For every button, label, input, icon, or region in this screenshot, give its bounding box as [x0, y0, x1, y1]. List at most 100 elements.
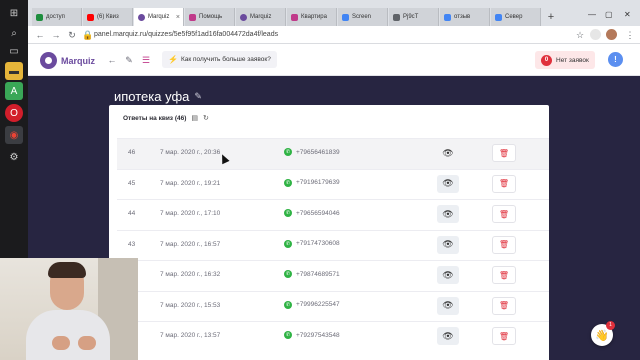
- close-tab-icon[interactable]: ×: [176, 14, 180, 21]
- star-icon[interactable]: ☆: [574, 29, 586, 41]
- whatsapp-icon[interactable]: ✆: [284, 148, 292, 156]
- presenter-hand: [52, 336, 70, 350]
- presenter-hand: [78, 336, 96, 350]
- table-row[interactable]: 40 7 мар. 2020 г., 13:57 ✆+79297543548 👁…: [117, 321, 549, 352]
- pencil-icon[interactable]: ✎: [123, 54, 135, 66]
- browser-tab[interactable]: Квартира: [287, 8, 337, 26]
- folder-icon[interactable]: ▬: [5, 62, 23, 80]
- whatsapp-icon[interactable]: ✆: [284, 270, 292, 278]
- url-field[interactable]: panel.marquiz.ru/quizzes/5e5f95f1ad16fa0…: [94, 29, 564, 41]
- get-more-leads-button[interactable]: ⚡ Как получить больше заявок?: [162, 51, 277, 68]
- view-lead-eye-icon[interactable]: 👁: [437, 144, 459, 162]
- view-lead-eye-icon[interactable]: 👁: [437, 205, 459, 223]
- address-bar: ← → ↻ 🔒 panel.marquiz.ru/quizzes/5e5f95f…: [28, 26, 640, 44]
- kebab-menu-icon[interactable]: ⋮: [624, 29, 636, 41]
- whatsapp-icon[interactable]: ✆: [284, 209, 292, 217]
- lightning-icon: ⚡: [168, 55, 178, 64]
- reload-icon[interactable]: ↻: [66, 29, 78, 41]
- tab-favicon-icon: [138, 13, 145, 21]
- edit-title-pencil-icon[interactable]: ✎: [194, 91, 202, 102]
- lead-date: 7 мар. 2020 г., 16:32: [160, 271, 221, 278]
- phone-text: +79196179639: [296, 179, 340, 186]
- view-lead-eye-icon[interactable]: 👁: [437, 327, 459, 345]
- tab-favicon-icon: [36, 13, 43, 21]
- opera-icon[interactable]: O: [5, 104, 23, 122]
- browser-tab[interactable]: отзыв: [440, 8, 490, 26]
- forward-arrow-icon[interactable]: →: [50, 29, 62, 41]
- delete-lead-trash-icon[interactable]: 🗑: [492, 144, 516, 162]
- lead-phone: ✆ +79196179639: [284, 178, 340, 187]
- table-row[interactable]: 46 7 мар. 2020 г., 20:36 ✆ +79656461839 👁…: [117, 138, 549, 169]
- card-title: Ответы на квиз (46): [123, 114, 187, 122]
- info-icon[interactable]: !: [608, 52, 623, 67]
- tab-favicon-icon: [393, 13, 400, 21]
- browser-tab[interactable]: Помощь: [185, 8, 235, 26]
- table-row[interactable]: 43 7 мар. 2020 г., 16:57 ✆ +79174730608 👁…: [117, 229, 549, 261]
- new-tab-button[interactable]: +: [544, 10, 558, 24]
- table-row[interactable]: 41 7 мар. 2020 г., 15:53 ✆+79996225547 👁…: [117, 290, 549, 322]
- tab-favicon-icon: [189, 13, 196, 21]
- chrome-icon[interactable]: ◉: [5, 126, 23, 144]
- screen: ⊞ ⌕ ▭ ▬ A O ◉ ⚙ доступ (6) Квиз Marquiz …: [0, 0, 640, 360]
- marquiz-logo[interactable]: Marquiz: [40, 52, 95, 69]
- profile-avatar[interactable]: [606, 29, 617, 40]
- tab-label: Pj9cT: [403, 14, 419, 20]
- leads-card: Ответы на квиз (46) ▤ ↻ 46 7 мар. 2020 г…: [109, 105, 549, 360]
- lead-phone: ✆ +79656461839: [284, 148, 340, 156]
- delete-lead-trash-icon[interactable]: 🗑: [492, 296, 516, 315]
- lead-phone: ✆ +79656594046: [284, 209, 340, 217]
- browser-tab[interactable]: доступ: [32, 8, 82, 26]
- lead-date: 7 мар. 2020 г., 17:10: [160, 210, 221, 217]
- view-lead-eye-icon[interactable]: 👁: [437, 266, 459, 284]
- back-arrow-icon[interactable]: ←: [106, 54, 118, 66]
- tab-label: Помощь: [199, 14, 223, 20]
- view-lead-eye-icon[interactable]: 👁: [437, 174, 459, 193]
- maximize-icon[interactable]: ▢: [605, 10, 613, 19]
- tab-favicon-icon: [495, 13, 502, 21]
- windows-start-icon[interactable]: ⊞: [5, 4, 23, 22]
- app-header: Marquiz ← ✎ ☰ ⚡ Как получить больше заяв…: [28, 44, 640, 76]
- lock-icon: 🔒: [82, 30, 94, 40]
- refresh-icon[interactable]: ↻: [203, 114, 209, 122]
- chat-badge: 1: [606, 321, 615, 330]
- delete-lead-trash-icon[interactable]: 🗑: [492, 235, 516, 254]
- lead-number: 45: [128, 179, 136, 187]
- table-row[interactable]: 42 7 мар. 2020 г., 16:32 ✆+79874689571 👁…: [117, 260, 549, 291]
- list-menu-icon[interactable]: ☰: [140, 54, 152, 66]
- delete-lead-trash-icon[interactable]: 🗑: [492, 174, 516, 193]
- back-arrow-icon[interactable]: ←: [34, 29, 46, 41]
- search-icon[interactable]: ⌕: [5, 24, 23, 42]
- export-file-icon[interactable]: ▤: [191, 114, 198, 122]
- phone-text: +79874689571: [296, 270, 340, 278]
- app-green-icon[interactable]: A: [5, 82, 23, 100]
- table-row[interactable]: 45 7 мар. 2020 г., 19:21 ✆ +79196179639 👁…: [117, 168, 549, 200]
- minimize-icon[interactable]: —: [588, 10, 596, 19]
- whatsapp-icon[interactable]: ✆: [284, 300, 292, 309]
- delete-lead-trash-icon[interactable]: 🗑: [492, 205, 516, 223]
- delete-lead-trash-icon[interactable]: 🗑: [492, 327, 516, 345]
- browser-tab[interactable]: Screen: [338, 8, 388, 26]
- task-view-icon[interactable]: ▭: [5, 42, 23, 60]
- table-row[interactable]: 44 7 мар. 2020 г., 17:10 ✆ +79656594046 👁…: [117, 199, 549, 230]
- delete-lead-trash-icon[interactable]: 🗑: [492, 266, 516, 284]
- no-leads-button[interactable]: 0 Нет заявок: [535, 51, 595, 69]
- tab-label: Север: [505, 14, 523, 20]
- view-lead-eye-icon[interactable]: 👁: [437, 296, 459, 315]
- browser-tab[interactable]: (6) Квиз: [83, 8, 133, 26]
- settings-icon[interactable]: ⚙: [5, 148, 23, 166]
- browser-tab[interactable]: Marquiz: [236, 8, 286, 26]
- browser-tab[interactable]: Pj9cT: [389, 8, 439, 26]
- tab-favicon-icon: [87, 13, 94, 21]
- browser-tab-active[interactable]: Marquiz ×: [134, 8, 184, 26]
- page-title: ипотека уфа ✎: [114, 89, 202, 104]
- browser-tab[interactable]: Север: [491, 8, 541, 26]
- lead-date: 7 мар. 2020 г., 13:57: [160, 332, 221, 339]
- no-leads-label: Нет заявок: [556, 56, 589, 64]
- phone-text: +79656461839: [296, 148, 340, 156]
- whatsapp-icon[interactable]: ✆: [284, 239, 292, 248]
- window-close-icon[interactable]: ✕: [624, 10, 631, 19]
- extension-icon[interactable]: [590, 29, 601, 40]
- whatsapp-icon[interactable]: ✆: [284, 331, 292, 339]
- whatsapp-icon[interactable]: ✆: [284, 178, 292, 187]
- view-lead-eye-icon[interactable]: 👁: [437, 235, 459, 254]
